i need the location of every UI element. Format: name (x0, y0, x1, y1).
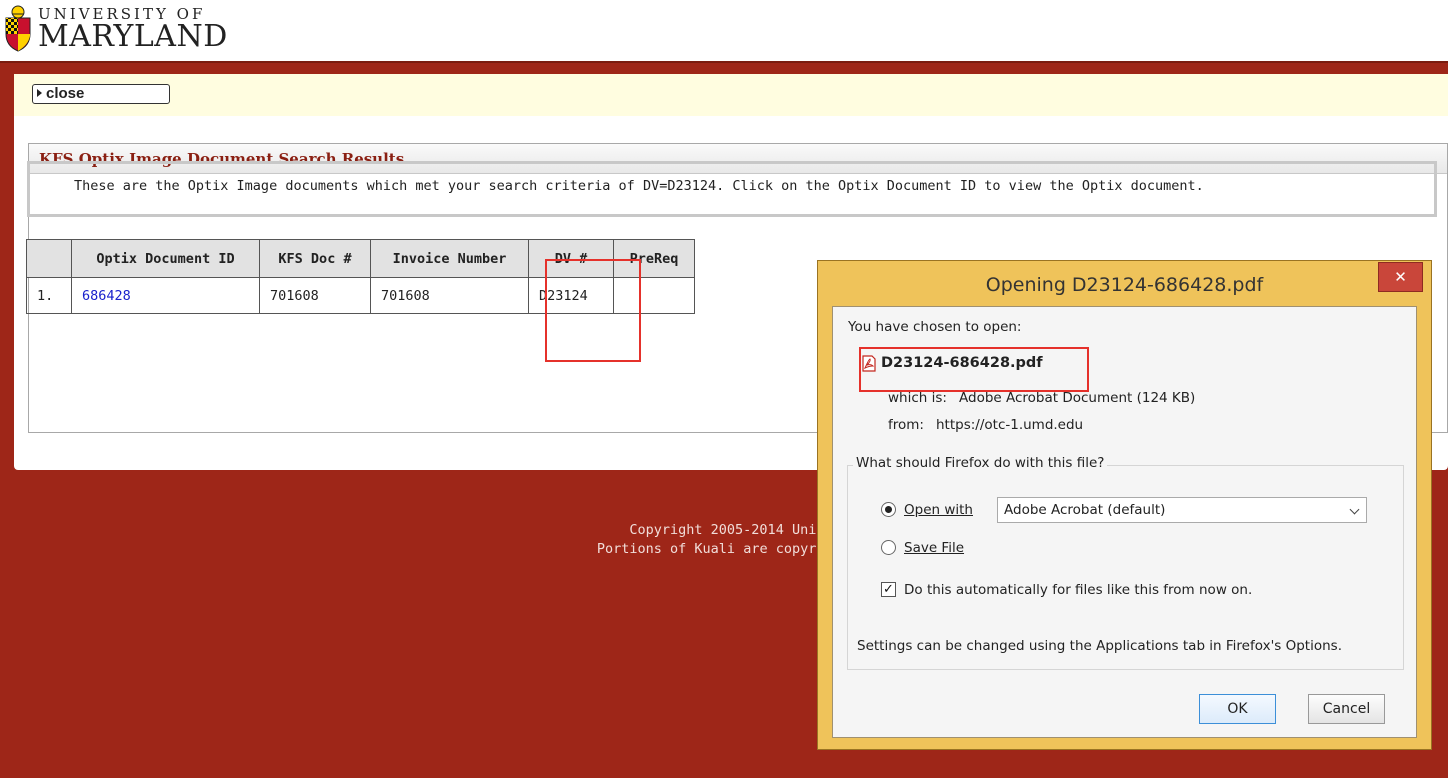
logo-main-text: MARYLAND (38, 19, 228, 54)
chevron-down-icon (1349, 504, 1360, 515)
university-logo[interactable]: UNIVERSITY OF MARYLAND (2, 4, 228, 52)
open-file-dialog: Opening D23124-686428.pdf ✕ You have cho… (817, 260, 1432, 750)
auto-action-label[interactable]: Do this automatically for files like thi… (904, 582, 1252, 598)
from-value: https://otc-1.umd.edu (936, 417, 1084, 433)
results-info-message: These are the Optix Image documents whic… (27, 161, 1437, 217)
cancel-button[interactable]: Cancel (1308, 694, 1385, 724)
dialog-close-button[interactable]: ✕ (1378, 262, 1423, 292)
close-bar: close (14, 74, 1448, 116)
column-header-number (26, 239, 72, 278)
dialog-body: You have chosen to open: D23124-686428.p… (832, 306, 1417, 738)
close-icon: ✕ (1394, 268, 1407, 286)
which-is-label: which is: (888, 390, 947, 406)
from-label: from: (888, 417, 924, 433)
open-with-value: Adobe Acrobat (default) (1004, 502, 1166, 518)
close-button[interactable]: close (32, 84, 170, 104)
row-number: 1. (26, 277, 72, 314)
optix-id-cell: 686428 (71, 277, 260, 314)
kfs-doc-cell: 701608 (259, 277, 371, 314)
play-arrow-icon (37, 89, 42, 97)
file-action-question: What should Firefox do with this file? (853, 455, 1108, 471)
open-with-select[interactable]: Adobe Acrobat (default) (997, 497, 1367, 523)
close-button-label: close (46, 85, 85, 102)
save-file-radio[interactable] (881, 540, 896, 555)
ok-button[interactable]: OK (1199, 694, 1276, 724)
dialog-title: Opening D23124-686428.pdf (985, 274, 1264, 296)
which-is-value: Adobe Acrobat Document (124 KB) (959, 390, 1196, 406)
column-header-invoice: Invoice Number (370, 239, 529, 278)
settings-note: Settings can be changed using the Applic… (857, 638, 1342, 654)
file-name-highlight (859, 347, 1089, 392)
dv-column-highlight (545, 259, 641, 362)
chosen-to-open-label: You have chosen to open: (848, 319, 1022, 335)
open-with-label[interactable]: Open with (904, 502, 973, 518)
logo-text: UNIVERSITY OF MARYLAND (38, 7, 228, 52)
open-with-radio[interactable] (881, 502, 896, 517)
column-header-kfs-doc: KFS Doc # (259, 239, 371, 278)
auto-action-checkbox[interactable]: ✓ (881, 582, 896, 597)
column-header-optix-id: Optix Document ID (71, 239, 260, 278)
optix-document-link[interactable]: 686428 (82, 288, 131, 304)
invoice-cell: 701608 (370, 277, 529, 314)
maryland-seal-icon (2, 4, 34, 52)
save-file-label[interactable]: Save File (904, 540, 964, 556)
site-header: UNIVERSITY OF MARYLAND (0, 0, 1448, 63)
